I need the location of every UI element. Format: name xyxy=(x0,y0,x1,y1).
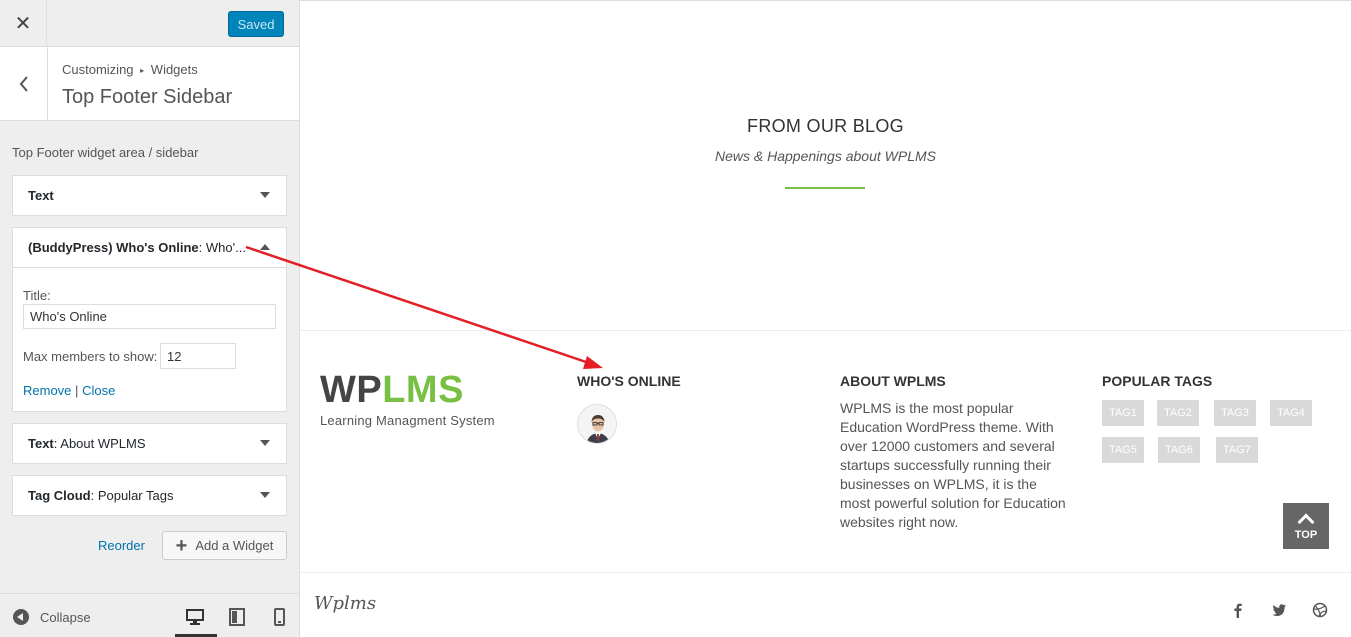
widget-form: Title: Max members to show: Remove | Clo… xyxy=(13,267,286,411)
back-to-top-button[interactable]: TOP xyxy=(1283,503,1329,549)
site-preview: FROM OUR BLOG News & Happenings about WP… xyxy=(300,0,1351,637)
user-avatar-icon xyxy=(578,405,616,443)
tag-link[interactable]: TAG6 xyxy=(1158,437,1200,463)
about-text: WPLMS is the most popular Education Word… xyxy=(840,400,1066,530)
add-widget-button[interactable]: + Add a Widget xyxy=(162,531,287,560)
section-title: Top Footer Sidebar xyxy=(62,86,233,108)
customizer-footer: Collapse xyxy=(0,593,299,637)
tag-link[interactable]: TAG2 xyxy=(1157,400,1199,426)
expand-arrow-icon[interactable] xyxy=(260,492,270,498)
top-footer: WPLMS Learning Managment System WHO'S ON… xyxy=(300,330,1351,573)
widget-actions: Remove | Close xyxy=(23,383,115,398)
back-button[interactable] xyxy=(0,47,48,120)
tag-link[interactable]: TAG1 xyxy=(1102,400,1144,426)
max-members-input[interactable] xyxy=(160,343,236,369)
reorder-link[interactable]: Reorder xyxy=(98,538,145,553)
chevron-up-icon xyxy=(1297,513,1315,531)
widget-tag-cloud[interactable]: Tag Cloud : Popular Tags xyxy=(12,475,287,516)
whos-online-title: WHO'S ONLINE xyxy=(577,373,681,389)
customizer-header: ✕ Saved xyxy=(0,0,299,47)
tablet-preview-icon[interactable] xyxy=(228,608,246,626)
widget-title-bar[interactable]: (BuddyPress) Who's Online : Who'... xyxy=(13,228,286,267)
collapse-icon[interactable] xyxy=(13,609,29,625)
title-input[interactable] xyxy=(23,304,276,329)
tag-link[interactable]: TAG4 xyxy=(1270,400,1312,426)
member-avatar[interactable] xyxy=(577,404,617,444)
popular-tags-title: POPULAR TAGS xyxy=(1102,373,1213,389)
widget-name-label: : Who'... xyxy=(198,240,246,255)
collapse-button[interactable]: Collapse xyxy=(40,610,91,625)
tag-link[interactable]: TAG7 xyxy=(1216,437,1258,463)
plus-icon: + xyxy=(175,534,188,557)
about-title: ABOUT WPLMS xyxy=(840,373,946,389)
bottom-footer: Wplms xyxy=(300,573,1351,637)
close-icon: ✕ xyxy=(14,13,32,35)
customizer-sidebar: ✕ Saved Customizing ▸ Widgets Top Footer… xyxy=(0,0,300,637)
widget-type-label: Text xyxy=(28,188,54,203)
widget-title-bar[interactable]: Text : About WPLMS xyxy=(13,424,286,463)
widget-area-description: Top Footer widget area / sidebar xyxy=(12,145,199,160)
remove-link[interactable]: Remove xyxy=(23,383,71,398)
widget-type-label: Tag Cloud xyxy=(28,488,91,503)
expand-arrow-icon[interactable] xyxy=(260,440,270,446)
breadcrumb-widgets: Widgets xyxy=(150,62,198,77)
chevron-left-icon xyxy=(19,75,28,92)
tag-link[interactable]: TAG3 xyxy=(1214,400,1256,426)
widget-type-label: Text xyxy=(28,436,54,451)
back-to-top-label: TOP xyxy=(1294,529,1318,541)
section-header: Customizing ▸ Widgets Top Footer Sidebar xyxy=(0,47,299,121)
widget-whos-online: (BuddyPress) Who's Online : Who'... Titl… xyxy=(12,227,287,412)
widget-type-label: (BuddyPress) Who's Online xyxy=(28,240,199,255)
add-widget-label: Add a Widget xyxy=(195,538,274,553)
logo-wordmark: WPLMS xyxy=(320,369,464,411)
breadcrumb-customizing: Customizing xyxy=(62,62,134,77)
expand-arrow-icon[interactable] xyxy=(260,192,270,198)
title-label: Title: xyxy=(23,288,51,303)
title-divider xyxy=(785,187,865,189)
widget-about-wplms[interactable]: Text : About WPLMS xyxy=(12,423,287,464)
widget-name-label: : About WPLMS xyxy=(53,436,146,451)
breadcrumb: Customizing ▸ Widgets xyxy=(62,62,198,77)
max-members-label: Max members to show: xyxy=(23,349,158,364)
link-separator: | xyxy=(75,383,79,398)
breadcrumb-separator: ▸ xyxy=(140,66,145,75)
twitter-icon[interactable] xyxy=(1271,602,1287,618)
mobile-preview-icon[interactable] xyxy=(270,608,288,626)
collapse-arrow-icon[interactable] xyxy=(260,244,270,250)
widget-text[interactable]: Text xyxy=(12,175,287,216)
blog-section-subtitle: News & Happenings about WPLMS xyxy=(715,148,936,164)
blog-section-title: FROM OUR BLOG xyxy=(747,116,904,136)
facebook-icon[interactable] xyxy=(1230,602,1246,618)
tag-link[interactable]: TAG5 xyxy=(1102,437,1144,463)
logo-tagline: Learning Managment System xyxy=(320,413,495,428)
close-link[interactable]: Close xyxy=(82,383,115,398)
widget-title-bar[interactable]: Tag Cloud : Popular Tags xyxy=(13,476,286,515)
widget-title-bar[interactable]: Text xyxy=(13,176,286,215)
site-logo[interactable]: WPLMS Learning Managment System xyxy=(320,371,495,428)
desktop-preview-icon[interactable] xyxy=(186,608,204,626)
close-customizer-button[interactable]: ✕ xyxy=(0,0,47,47)
widget-name-label: : Popular Tags xyxy=(90,488,174,503)
footer-logo[interactable]: Wplms xyxy=(314,593,376,614)
dribbble-icon[interactable] xyxy=(1312,602,1328,618)
save-button[interactable]: Saved xyxy=(228,11,284,37)
